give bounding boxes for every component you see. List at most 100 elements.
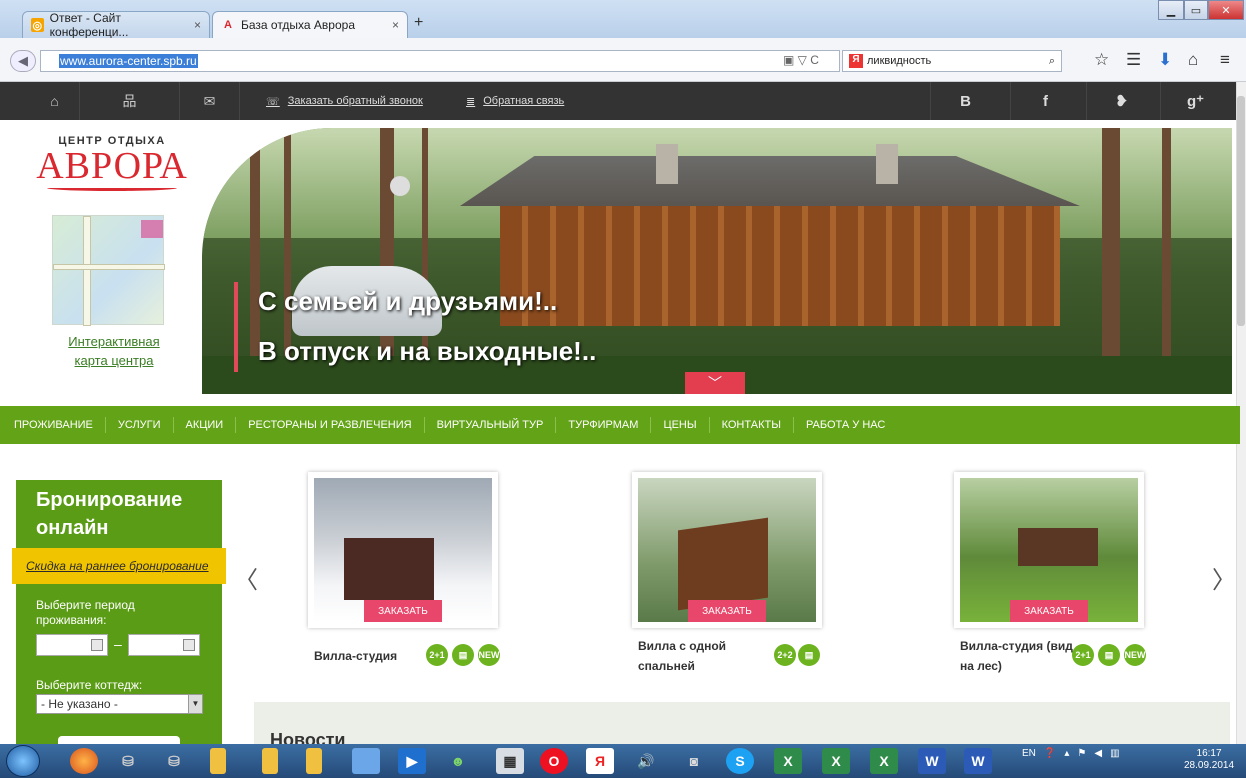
tab-label: База отдыха Аврора	[241, 18, 356, 32]
word-icon[interactable]: W	[918, 748, 946, 774]
chevron-down-icon[interactable]: ▼	[188, 695, 202, 713]
maximize-button[interactable]: ▭	[1184, 0, 1208, 20]
nav-item-services[interactable]: УСЛУГИ	[106, 417, 174, 433]
close-tab-icon[interactable]: ×	[194, 18, 201, 32]
bookmark-star-icon[interactable]: ☆	[1094, 50, 1109, 70]
new-tab-button[interactable]: +	[414, 14, 423, 32]
show-hidden-icon[interactable]: ▴	[1064, 748, 1069, 759]
home-icon[interactable]: ⌂	[1188, 50, 1198, 70]
cottage-select[interactable]: - Не указано - ▼	[36, 694, 203, 714]
home-icon[interactable]: ⌂	[30, 82, 80, 120]
google-plus-icon[interactable]: g⁺	[1160, 82, 1230, 120]
drive-icon[interactable]: ⛁	[114, 748, 142, 774]
media-player-icon[interactable]: ▶	[398, 748, 426, 774]
opera-icon[interactable]: O	[540, 748, 568, 774]
slider-dot-icon[interactable]	[390, 176, 410, 196]
clock-date: 28.09.2014	[1184, 760, 1235, 771]
people-icon[interactable]: ☻	[444, 748, 472, 774]
villa-name[interactable]: Вилла с одной спальней	[638, 636, 726, 676]
search-text: ликвидность	[867, 55, 932, 67]
drive-icon[interactable]: ⛁	[160, 748, 188, 774]
scroll-down-button[interactable]: ﹀	[685, 372, 745, 394]
calculator-icon[interactable]: ▦	[496, 748, 524, 774]
folder-icon[interactable]	[210, 748, 226, 774]
interactive-map-link[interactable]: Интерактивная карта центра	[40, 332, 188, 370]
slogan-accent-bar	[234, 282, 238, 372]
word-icon[interactable]: W	[964, 748, 992, 774]
carousel-next-icon[interactable]: 〉	[1212, 560, 1236, 595]
feedback-label: Обратная связь	[483, 95, 565, 107]
search-input[interactable]: Я ликвидность ⌕	[842, 50, 1062, 72]
nav-item-promotions[interactable]: АКЦИИ	[174, 417, 237, 433]
chimney	[876, 144, 898, 184]
nav-item-virtual-tour[interactable]: ВИРТУАЛЬНЫЙ ТУР	[425, 417, 557, 433]
sitemap-icon[interactable]: 品	[80, 82, 180, 120]
nav-item-prices[interactable]: ЦЕНЫ	[651, 417, 710, 433]
nav-item-careers[interactable]: РАБОТА У НАС	[794, 417, 897, 433]
tab-aurora[interactable]: A База отдыха Аврора ×	[212, 11, 408, 38]
facebook-icon[interactable]: f	[1010, 82, 1080, 120]
clock[interactable]: 16:17 28.09.2014	[1184, 748, 1234, 772]
bookmarks-list-icon[interactable]: ☰	[1126, 50, 1141, 70]
vk-icon[interactable]: B	[930, 82, 1000, 120]
nav-item-contacts[interactable]: КОНТАКТЫ	[710, 417, 794, 433]
nav-item-restaurants[interactable]: РЕСТОРАНЫ И РАЗВЛЕЧЕНИЯ	[236, 417, 425, 433]
hero-slogan-line-2: В отпуск и на выходные!..	[258, 336, 597, 366]
skype-icon[interactable]: S	[726, 748, 754, 774]
download-icon[interactable]: ⬇	[1158, 50, 1172, 70]
order-button[interactable]: ЗАКАЗАТЬ	[1010, 600, 1088, 622]
carousel-prev-icon[interactable]: 〈	[234, 560, 258, 595]
reload-icon[interactable]: ▣ ▽ C	[783, 53, 819, 67]
villa-card[interactable]: ЗАКАЗАТЬ	[954, 472, 1144, 628]
firefox-icon[interactable]	[70, 748, 98, 774]
villa-card[interactable]: ЗАКАЗАТЬ	[632, 472, 822, 628]
language-indicator[interactable]: EN	[1022, 748, 1036, 759]
capacity-badge: 2+1	[1072, 644, 1094, 666]
search-icon[interactable]: ⌕	[1049, 55, 1055, 68]
calendar-icon[interactable]	[91, 639, 103, 651]
tab-conference[interactable]: ◎ Ответ - Сайт конференци... ×	[22, 11, 210, 39]
order-button[interactable]: ЗАКАЗАТЬ	[364, 600, 442, 622]
site-logo[interactable]: ЦЕНТР ОТДЫХА АВРОРА	[32, 135, 192, 191]
speaker-icon[interactable]: ◀	[1094, 748, 1102, 759]
tree-trunk	[1102, 128, 1120, 394]
camera-icon[interactable]: ◙	[680, 748, 708, 774]
villa-card[interactable]: ЗАКАЗАТЬ	[308, 472, 498, 628]
folder-icon[interactable]	[262, 748, 278, 774]
menu-icon[interactable]: ≡	[1220, 50, 1230, 70]
feedback-link[interactable]: ≣ Обратная связь	[466, 82, 564, 120]
mail-icon[interactable]: ✉	[180, 82, 240, 120]
villa-name[interactable]: Вилла-студия	[314, 646, 397, 666]
volume-icon[interactable]: 🔊	[632, 748, 660, 774]
twitter-icon[interactable]: ❥	[1086, 82, 1156, 120]
date-to-field[interactable]	[128, 634, 200, 656]
folder-icon[interactable]	[306, 748, 322, 774]
back-button[interactable]: ◀	[10, 50, 36, 72]
excel-icon[interactable]: X	[870, 748, 898, 774]
close-window-button[interactable]: ✕	[1208, 0, 1244, 20]
tab-label: Ответ - Сайт конференци...	[49, 11, 129, 39]
date-from-field[interactable]	[36, 634, 108, 656]
map-link-line-2: карта центра	[74, 353, 154, 368]
network-icon[interactable]: ▥	[1110, 748, 1119, 759]
help-icon[interactable]: ❓	[1044, 748, 1056, 759]
order-button[interactable]: ЗАКАЗАТЬ	[688, 600, 766, 622]
excel-icon[interactable]: X	[822, 748, 850, 774]
nav-item-accommodation[interactable]: ПРОЖИВАНИЕ	[2, 417, 106, 433]
address-bar[interactable]: www.aurora-center.spb.ru	[40, 50, 840, 72]
flag-icon[interactable]: ⚑	[1077, 748, 1086, 759]
minimize-button[interactable]: ▁	[1158, 0, 1184, 20]
close-tab-icon[interactable]: ×	[392, 18, 399, 32]
map-thumbnail[interactable]	[52, 215, 165, 326]
nav-item-agencies[interactable]: ТУРФИРМАМ	[556, 417, 652, 433]
villa-name[interactable]: Вилла-студия (вид на лес)	[960, 636, 1073, 676]
paint-icon[interactable]	[352, 748, 380, 774]
excel-icon[interactable]: X	[774, 748, 802, 774]
yandex-browser-icon[interactable]: Я	[586, 748, 614, 774]
early-booking-discount-link[interactable]: Скидка на раннее бронирование	[12, 548, 226, 584]
booking-title: Бронирование онлайн	[36, 486, 182, 542]
scrollbar-thumb[interactable]	[1237, 96, 1245, 326]
calendar-icon[interactable]	[183, 639, 195, 651]
start-button[interactable]	[6, 745, 40, 777]
callback-link[interactable]: ☏ Заказать обратный звонок	[266, 82, 423, 120]
